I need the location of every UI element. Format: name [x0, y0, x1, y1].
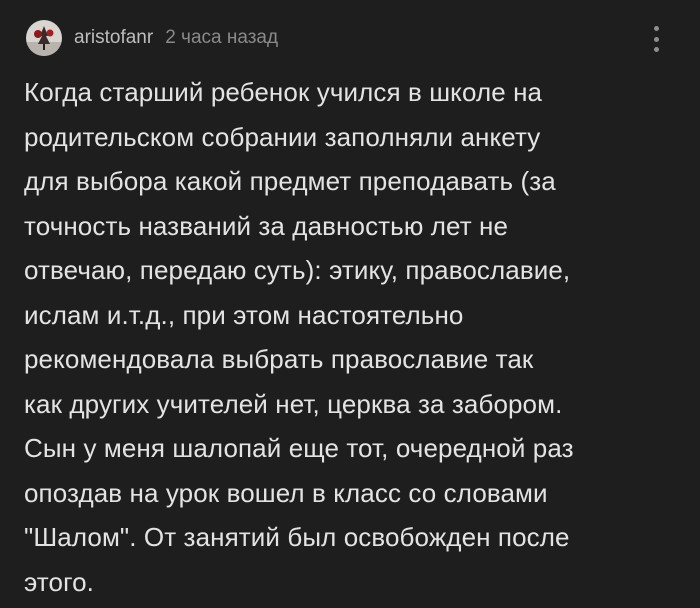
comment-timestamp[interactable]: 2 часа назад	[165, 27, 278, 49]
comment-header: aristofanr 2 часа назад	[26, 20, 278, 56]
avatar-image	[26, 20, 62, 56]
author-username[interactable]: aristofanr	[74, 27, 153, 49]
comment: aristofanr 2 часа назад Когда старший ре…	[0, 0, 700, 608]
vertical-dots-icon	[653, 47, 659, 52]
vertical-dots-icon	[653, 26, 659, 31]
author-avatar[interactable]	[26, 20, 62, 56]
vertical-dots-icon	[653, 36, 659, 42]
comment-text: Когда старший ребенок учился в школе на …	[24, 77, 574, 597]
comment-menu-button[interactable]	[650, 26, 662, 52]
